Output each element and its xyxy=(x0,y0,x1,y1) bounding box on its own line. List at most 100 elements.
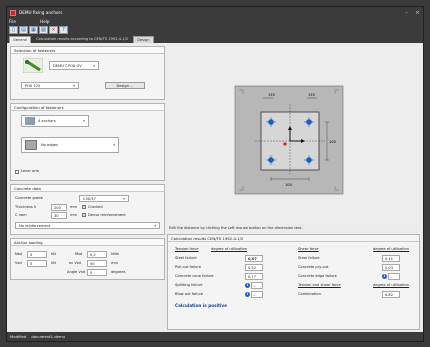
shear-edge-label: Concrete edge failure xyxy=(298,274,337,278)
ecc-label: ec Vsd xyxy=(69,261,81,265)
edge-select[interactable]: No edges ▾ xyxy=(21,137,119,153)
vsd-label: Vsd xyxy=(15,261,22,265)
reinforcement-select[interactable]: No reinforcement ▾ xyxy=(15,222,160,229)
drawing-hint: Edit the distance by clicking the Left m… xyxy=(169,226,303,230)
dim-top-right-text[interactable]: 150 xyxy=(308,93,316,97)
shear-edge-value: -- xyxy=(388,273,400,280)
tab-bar: General Calculation results according to… xyxy=(7,35,423,43)
cnom-input[interactable]: 30 xyxy=(51,212,67,219)
tension-cone-value: 0.77 xyxy=(245,273,263,280)
vsd-unit: kN xyxy=(51,261,56,265)
drawing-canvas: 150 150 100 100 xyxy=(167,46,420,224)
open-folder-icon[interactable]: ▤ xyxy=(19,26,28,34)
dense-reinforcement-checkbox[interactable]: ✓ xyxy=(82,213,86,217)
result-panel: 150 150 100 100 Edit the distance by cli… xyxy=(167,46,420,330)
size-value: POX 125 xyxy=(25,83,41,88)
tension-splitting-value: -- xyxy=(251,282,263,289)
help-icon[interactable]: ? xyxy=(59,26,68,34)
info-icon[interactable]: i xyxy=(382,274,387,279)
results-title: Calculation results CEN/TS 1992-4-1/2 xyxy=(168,235,419,242)
combined-degree-header: degree of utilisation xyxy=(373,283,409,287)
dim-right-text[interactable]: 100 xyxy=(329,140,337,144)
chevron-down-icon: ▾ xyxy=(83,119,85,123)
thickness-input[interactable]: 200 xyxy=(51,204,67,211)
chevron-down-icon: ▾ xyxy=(93,63,95,68)
grade-label: Concrete grade xyxy=(15,196,43,200)
msd-input[interactable]: 0,2 xyxy=(87,251,107,258)
toolbar: ▯ ▤ ▦ ▧ × ? xyxy=(7,25,423,35)
minimize-icon[interactable]: – xyxy=(401,10,412,16)
cnom-unit: mm xyxy=(70,213,78,217)
combination-label: Combination xyxy=(298,292,321,296)
shear-steel-label: Steel failure xyxy=(298,256,320,260)
design-button[interactable]: Design ... xyxy=(105,82,145,89)
app-window: DEMU fixing anchors – × File Help ▯ ▤ ▦ … xyxy=(6,6,424,342)
configuration-title: Configuration of fasteners xyxy=(11,104,164,111)
angle-unit: degrees xyxy=(111,270,126,274)
nsd-input[interactable]: 5 xyxy=(27,251,47,258)
lever-arm-checkbox[interactable] xyxy=(15,170,19,174)
shear-pryout-label: Concrete pry-out xyxy=(298,265,329,269)
size-select[interactable]: POX 125 ▾ xyxy=(21,82,79,89)
edge-value: No edges xyxy=(41,143,58,147)
grade-select[interactable]: C30/37 ▾ xyxy=(79,195,129,202)
tab-general[interactable]: General xyxy=(9,36,32,43)
shear-steel-value: 0.11 xyxy=(382,255,400,262)
combination-value: 0.82 xyxy=(382,291,400,298)
angle-input[interactable]: 0 xyxy=(87,269,107,276)
print-icon[interactable]: ▧ xyxy=(39,26,48,34)
calculation-results-group: Calculation results CEN/TS 1992-4-1/2 Te… xyxy=(167,234,420,330)
tension-header: Tension force xyxy=(175,247,199,251)
close-icon[interactable]: × xyxy=(412,10,423,16)
base-plate-drawing: 150 150 100 100 xyxy=(234,85,344,195)
save-icon[interactable]: ▦ xyxy=(29,26,38,34)
menu-file[interactable]: File xyxy=(9,19,16,24)
cracked-checkbox[interactable]: ✓ xyxy=(82,205,86,209)
combined-header: Tension and shear force xyxy=(298,283,341,287)
app-logo-icon xyxy=(10,9,16,16)
anchor-layout-icon xyxy=(25,117,35,125)
reinforcement-value: No reinforcement xyxy=(19,223,51,228)
grade-value: C30/37 xyxy=(83,196,96,201)
close-document-icon[interactable]: × xyxy=(49,26,58,34)
chevron-down-icon: ▾ xyxy=(154,223,156,228)
ecc-input[interactable]: 50 xyxy=(87,260,107,267)
dim-bottom-text[interactable]: 100 xyxy=(285,183,293,187)
shear-degree-header: degree of utilisation xyxy=(373,247,409,251)
ecc-unit: mm xyxy=(111,261,119,265)
window-title: DEMU fixing anchors xyxy=(19,10,63,15)
product-select[interactable]: DEMU T-POX GV ▾ xyxy=(49,61,99,70)
info-icon[interactable]: i xyxy=(245,292,250,297)
menu-bar: File Help xyxy=(7,18,423,25)
tab-design[interactable]: Design xyxy=(133,36,154,43)
tension-splitting-label: Splitting failure xyxy=(175,283,203,287)
edge-layout-icon xyxy=(25,140,37,150)
concrete-group: Concrete data Concrete grade C30/37 ▾ Th… xyxy=(10,184,165,235)
concrete-title: Concrete data xyxy=(11,185,164,192)
dim-top-left-text[interactable]: 150 xyxy=(268,93,276,97)
nsd-label: Nsd xyxy=(15,252,22,256)
dense-reinforcement-label: Dense reinforcement xyxy=(88,213,126,217)
vsd-input[interactable]: 5 xyxy=(27,260,47,267)
calculation-status: Calculation is positive xyxy=(175,303,228,308)
info-icon[interactable]: i xyxy=(245,283,250,288)
tension-blowout-value: -- xyxy=(251,291,263,298)
status-state: Modified xyxy=(10,334,27,339)
anchor-count-value: 4 anchors xyxy=(38,119,56,123)
product-value: DEMU T-POX GV xyxy=(53,63,82,68)
main-content: Selection of fasteners DEMU T-POX GV ▾ P… xyxy=(7,43,423,332)
fasteners-group: Selection of fasteners DEMU T-POX GV ▾ P… xyxy=(10,46,165,100)
anchor-count-select[interactable]: 4 anchors ▾ xyxy=(21,115,89,127)
status-file: document1.demu xyxy=(31,334,66,339)
tension-degree-header: degree of utilisation xyxy=(211,247,247,251)
loading-group: Anchor loading Nsd 5 kN Msd 0,2 kNm Vsd … xyxy=(10,238,165,280)
tension-pullout-value: 0.52 xyxy=(245,264,263,271)
tension-blowout-label: Blow out failure xyxy=(175,292,204,296)
shear-pryout-value: 0.03 xyxy=(382,264,400,271)
lever-arm-label: Lever arm xyxy=(21,169,40,173)
input-panel: Selection of fasteners DEMU T-POX GV ▾ P… xyxy=(10,46,165,330)
tension-steel-label: Steel failure xyxy=(175,256,197,260)
chevron-down-icon: ▾ xyxy=(123,196,125,201)
menu-help[interactable]: Help xyxy=(40,19,50,24)
new-document-icon[interactable]: ▯ xyxy=(9,26,18,34)
